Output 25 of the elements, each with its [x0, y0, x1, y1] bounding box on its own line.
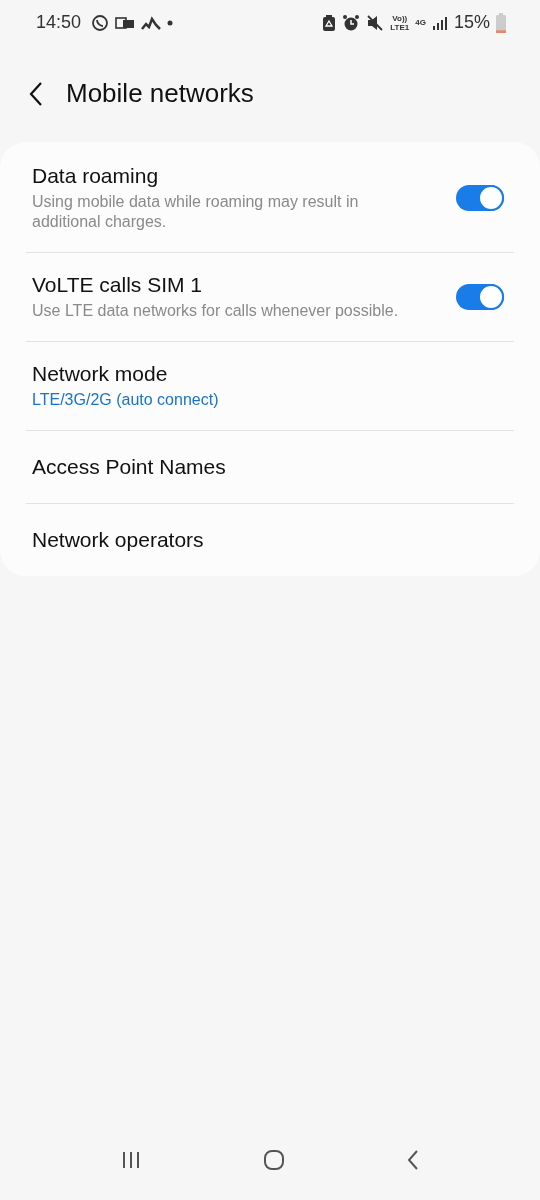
signal-icon [431, 14, 448, 31]
back-icon[interactable] [405, 1149, 420, 1171]
page-title: Mobile networks [66, 78, 254, 109]
mute-icon [366, 13, 385, 32]
toggle-switch[interactable] [456, 185, 504, 211]
setting-description: Using mobile data while roaming may result in additional charges. [32, 192, 360, 232]
setting-value: LTE/3G/2G (auto connect) [32, 390, 220, 410]
alarm-icon [342, 13, 361, 32]
setting-description: Use LTE data networks for calls whenever possible. [32, 301, 400, 321]
network-type: 4G [415, 18, 426, 27]
setting-title[interactable]: Access Point Names [32, 455, 514, 479]
setting-title[interactable]: Network mode [32, 362, 514, 386]
time: 14:50 [36, 12, 82, 33]
dot-icon [167, 19, 174, 26]
network-icon [141, 14, 162, 31]
battery-icon [496, 12, 506, 33]
setting-title[interactable]: VoLTE calls SIM 1 [32, 273, 456, 297]
setting-title[interactable]: Data roaming [32, 164, 456, 188]
setting-title[interactable]: Network operators [32, 528, 514, 552]
battery-percent: 15% [453, 12, 490, 33]
volte-indicator: Vo)) LTE1 [390, 13, 410, 32]
home-icon[interactable] [263, 1149, 285, 1171]
back-icon[interactable] [28, 80, 44, 107]
toggle-switch[interactable] [456, 284, 504, 310]
chat-icon [91, 13, 110, 32]
